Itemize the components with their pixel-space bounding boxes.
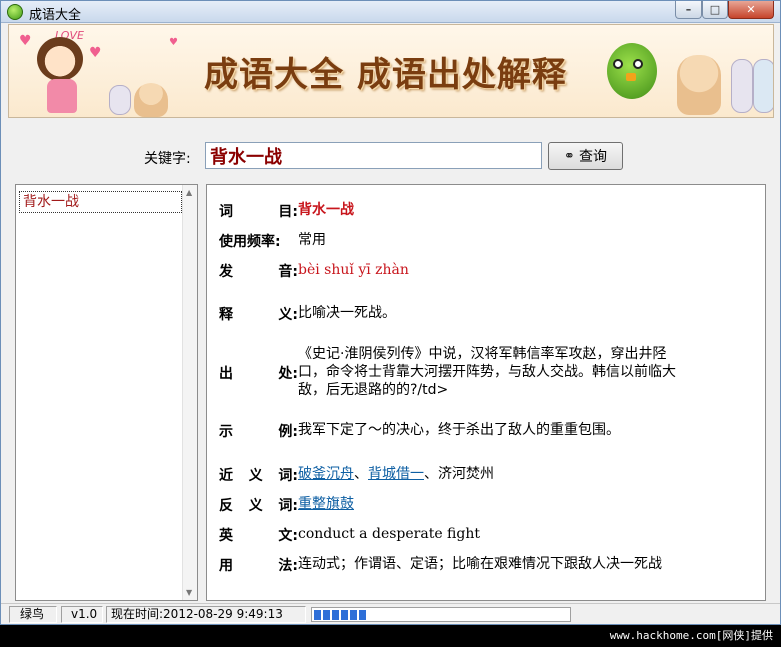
bunny-illustration: [731, 59, 753, 113]
frequency-label: 使用频率:: [219, 234, 281, 250]
english-row: 英文: conduct a desperate fight: [219, 525, 480, 545]
progress-block: [350, 610, 357, 620]
header-banner: LOVE ♥ ♥ ♥ 成语大全 成语出处解释: [8, 24, 774, 118]
heart-icon: ♥: [19, 33, 32, 49]
bunny-illustration: [753, 59, 773, 113]
bird-eye: [633, 59, 643, 69]
progress-bar: [311, 607, 571, 622]
list-scrollbar[interactable]: ▲ ▼: [182, 185, 197, 600]
status-version: v1.0: [61, 606, 103, 623]
word-value: 背水一战: [298, 202, 354, 218]
frequency-row: 使用频率: 常用: [219, 231, 326, 251]
antonyms-label: 反义词:: [219, 498, 298, 514]
status-name: 绿鸟: [9, 606, 57, 623]
english-label: 英文:: [219, 528, 298, 544]
meaning-row: 释义: 比喻决一死战。: [219, 304, 396, 324]
antonyms-value: 重整旗鼓: [298, 495, 354, 513]
example-value: 我军下定了～的决心，终于杀出了敌人的重重包围。: [298, 422, 620, 438]
binoculars-icon: ⚭: [564, 148, 575, 164]
progress-block: [332, 610, 339, 620]
heart-icon: ♥: [89, 45, 102, 61]
app-icon: [7, 4, 23, 20]
pinyin-row: 发音: bèi shuǐ yī zhàn: [219, 261, 409, 281]
list-item[interactable]: 背水一战: [19, 191, 182, 213]
synonyms-value: 破釜沉舟、背城借一、济河焚州: [298, 466, 494, 482]
source-value: 《史记·淮阴侯列传》中说，汉将军韩信率军攻赵，穿出井陉 口，命令将士背靠大河摆开…: [298, 345, 676, 399]
status-time: 现在时间:2012-08-29 9:49:13: [106, 606, 306, 623]
scroll-up-icon[interactable]: ▲: [186, 188, 192, 197]
close-button[interactable]: ✕: [728, 1, 774, 19]
synonyms-label: 近义词:: [219, 468, 298, 484]
search-button[interactable]: ⚭ 查询: [548, 142, 623, 170]
progress-block: [314, 610, 321, 620]
synonym-text: 济河焚州: [438, 466, 494, 482]
source-row: 出处: 《史记·淮阴侯列传》中说，汉将军韩信率军攻赵，穿出井陉 口，命令将士背靠…: [219, 345, 676, 399]
footer-strip: www.hackhome.com[网侠]提供: [0, 625, 781, 647]
bear-illustration: [677, 55, 721, 115]
close-icon: ✕: [746, 3, 756, 16]
keyword-label: 关键字:: [144, 151, 191, 167]
title-bar[interactable]: 成语大全 – □ ✕: [1, 1, 780, 23]
word-row: 词目: 背水一战: [219, 201, 354, 221]
bird-illustration: [607, 43, 657, 99]
bear-illustration: [134, 83, 168, 117]
search-button-label: 查询: [578, 149, 607, 165]
bird-beak: [626, 73, 636, 81]
girl-illustration: [37, 37, 83, 81]
antonyms-row: 反义词: 重整旗鼓: [219, 495, 354, 515]
meaning-value: 比喻决一死战。: [298, 305, 396, 321]
watermark-text: www.hackhome.com[网侠]提供: [609, 629, 773, 642]
pinyin-value: bèi shuǐ yī zhàn: [298, 262, 409, 278]
synonym-link[interactable]: 背城借一: [368, 466, 424, 482]
window-title: 成语大全: [29, 8, 82, 23]
bird-eye: [613, 59, 623, 69]
minimize-button[interactable]: –: [675, 1, 702, 19]
maximize-button[interactable]: □: [702, 1, 728, 19]
bunny-illustration: [109, 85, 131, 115]
result-list[interactable]: 背水一战 ▲ ▼: [15, 184, 198, 601]
usage-row: 用法: 连动式；作谓语、定语；比喻在艰难情况下跟敌人决一死战: [219, 555, 662, 575]
maximize-icon: □: [709, 3, 721, 16]
source-line: 《史记·淮阴侯列传》中说，汉将军韩信率军攻赵，穿出井陉: [298, 346, 667, 362]
app-window: 成语大全 – □ ✕ LOVE ♥ ♥ ♥ 成语大全 成语出处解释 关键字: ⚭…: [0, 0, 781, 625]
meaning-label: 释义:: [219, 307, 298, 323]
source-line: 敌，后无退路的的?/td>: [298, 382, 449, 398]
source-line: 口，命令将士背靠大河摆开阵势，与敌人交战。韩信以前临大: [298, 364, 676, 380]
usage-value: 连动式；作谓语、定语；比喻在艰难情况下跟敌人决一死战: [298, 556, 662, 572]
pinyin-label: 发音:: [219, 264, 298, 280]
frequency-value: 常用: [298, 232, 326, 248]
example-label: 示例:: [219, 424, 298, 440]
progress-block: [323, 610, 330, 620]
synonyms-row: 近义词: 破釜沉舟、背城借一、济河焚州: [219, 465, 494, 485]
progress-block: [341, 610, 348, 620]
progress-block: [359, 610, 366, 620]
english-value: conduct a desperate fight: [298, 526, 480, 542]
detail-panel: 词目: 背水一战 使用频率: 常用 发音: bèi shuǐ yī zhàn 释…: [206, 184, 766, 601]
source-label: 出处:: [219, 366, 298, 382]
usage-label: 用法:: [219, 558, 298, 574]
girl-illustration-body: [47, 79, 77, 113]
word-label: 词目:: [219, 204, 298, 220]
status-bar: 绿鸟 v1.0 现在时间:2012-08-29 9:49:13: [1, 603, 780, 624]
minimize-icon: –: [685, 3, 692, 16]
example-row: 示例: 我军下定了～的决心，终于杀出了敌人的重重包围。: [219, 421, 620, 441]
scroll-down-icon[interactable]: ▼: [186, 588, 192, 597]
synonym-link[interactable]: 破釜沉舟: [298, 466, 354, 482]
banner-title: 成语大全 成语出处解释: [204, 55, 567, 95]
heart-icon: ♥: [169, 37, 178, 48]
antonym-link[interactable]: 重整旗鼓: [298, 496, 354, 512]
keyword-input[interactable]: [205, 142, 542, 169]
